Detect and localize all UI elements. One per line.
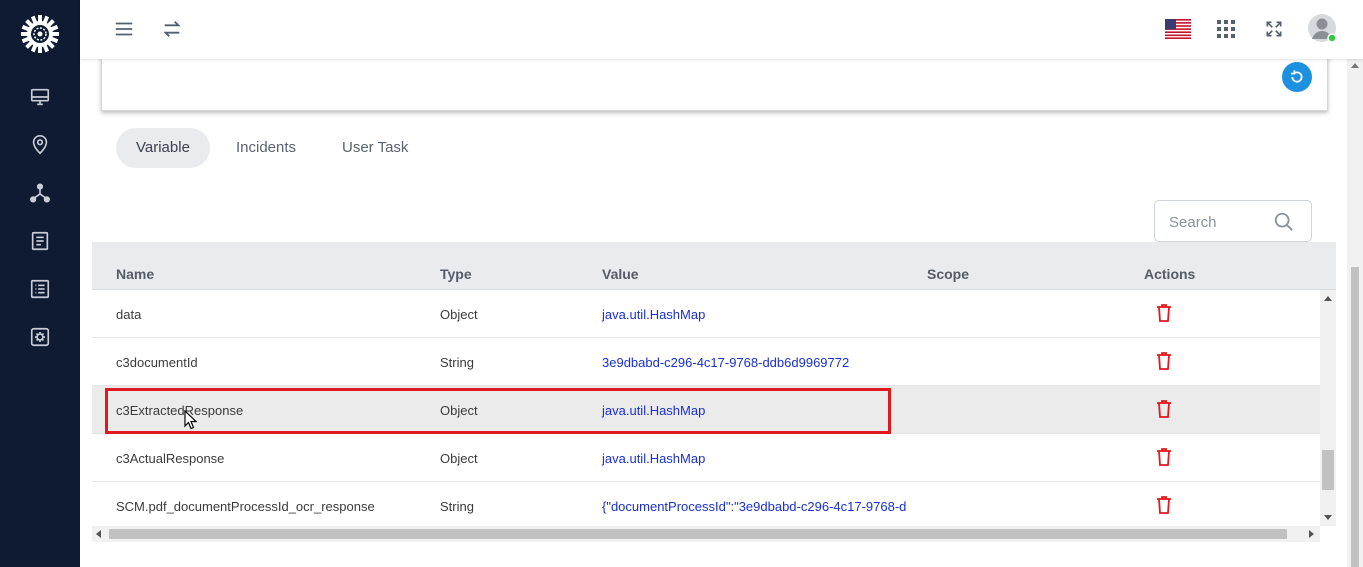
- scroll-down-icon[interactable]: [1324, 515, 1332, 520]
- cell-name: c3documentId: [116, 355, 198, 370]
- scroll-right-icon[interactable]: [1309, 530, 1314, 538]
- refresh-icon: [1291, 70, 1303, 83]
- cell-value-link[interactable]: java.util.HashMap: [602, 403, 705, 418]
- sidebar: [0, 0, 80, 567]
- process-card: [101, 50, 1328, 111]
- scroll-up-icon[interactable]: [1351, 63, 1359, 68]
- scroll-up-icon[interactable]: [1324, 296, 1332, 301]
- table-vscroll-thumb[interactable]: [1322, 450, 1334, 490]
- app: Variable Incidents User Task Name Type V…: [0, 0, 1363, 567]
- cell-value-link[interactable]: java.util.HashMap: [602, 451, 705, 466]
- column-header-name[interactable]: Name: [116, 266, 154, 282]
- document-icon[interactable]: [28, 229, 52, 253]
- cell-value-link[interactable]: {"documentProcessId":"3e9dbabd-c296-4c17…: [602, 499, 906, 514]
- monitor-icon[interactable]: [28, 85, 52, 109]
- page-scroll-thumb[interactable]: [1351, 267, 1359, 567]
- variables-table: Name Type Value Scope Actions data Objec…: [92, 242, 1336, 542]
- hamburger-icon[interactable]: [111, 16, 137, 42]
- table-row[interactable]: c3ActualResponse Object java.util.HashMa…: [92, 434, 1320, 482]
- network-icon[interactable]: [28, 181, 52, 205]
- cell-type: String: [440, 355, 474, 370]
- scroll-left-icon[interactable]: [96, 530, 101, 538]
- table-header: Name Type Value Scope Actions: [92, 242, 1336, 290]
- delete-icon[interactable]: [1156, 400, 1172, 418]
- table-row[interactable]: c3documentId String 3e9dbabd-c296-4c17-9…: [92, 338, 1320, 386]
- list-icon[interactable]: [28, 277, 52, 301]
- settings-box-icon[interactable]: [28, 325, 52, 349]
- cell-type: Object: [440, 403, 478, 418]
- column-header-actions: Actions: [1144, 266, 1196, 282]
- column-header-type[interactable]: Type: [440, 266, 472, 282]
- top-bar: [80, 0, 1363, 59]
- cell-name: data: [116, 307, 142, 322]
- search-icon[interactable]: [1273, 211, 1295, 233]
- delete-icon[interactable]: [1156, 448, 1172, 466]
- refresh-button[interactable]: [1282, 62, 1312, 92]
- us-flag-icon[interactable]: [1164, 16, 1192, 42]
- search-input[interactable]: [1169, 211, 1269, 233]
- column-header-scope[interactable]: Scope: [927, 266, 969, 282]
- cell-name: c3ActualResponse: [116, 451, 225, 466]
- column-header-value[interactable]: Value: [602, 266, 639, 282]
- map-pin-icon[interactable]: [28, 133, 52, 157]
- tab-variable[interactable]: Variable: [116, 128, 210, 168]
- cell-type: Object: [440, 307, 478, 322]
- delete-icon[interactable]: [1156, 304, 1172, 322]
- table-row[interactable]: data Object java.util.HashMap: [92, 290, 1320, 338]
- tab-user-task[interactable]: User Task: [342, 128, 408, 168]
- swap-icon[interactable]: [159, 16, 185, 42]
- cell-name: c3ExtractedResponse: [116, 403, 244, 418]
- gear-logo-icon[interactable]: [20, 14, 60, 54]
- table-vertical-scrollbar[interactable]: [1320, 290, 1336, 526]
- cell-name: SCM.pdf_documentProcessId_ocr_response: [116, 499, 375, 514]
- table-row[interactable]: SCM.pdf_documentProcessId_ocr_response S…: [92, 482, 1320, 526]
- delete-icon[interactable]: [1156, 352, 1172, 370]
- fullscreen-icon[interactable]: [1261, 16, 1287, 42]
- mouse-cursor-icon: [184, 410, 198, 430]
- tab-incidents[interactable]: Incidents: [236, 128, 296, 168]
- page-scrollbar[interactable]: [1347, 59, 1363, 567]
- table-horizontal-scrollbar[interactable]: [92, 526, 1320, 542]
- cell-type: Object: [440, 451, 478, 466]
- cell-type: String: [440, 499, 474, 514]
- delete-icon[interactable]: [1156, 496, 1172, 514]
- cell-value-link[interactable]: java.util.HashMap: [602, 307, 705, 322]
- table-row-selected[interactable]: c3ExtractedResponse Object java.util.Has…: [92, 386, 1320, 434]
- table-hscroll-thumb[interactable]: [109, 529, 1287, 539]
- avatar-icon[interactable]: [1307, 13, 1337, 43]
- search-box: [1154, 200, 1312, 242]
- apps-grid-icon[interactable]: [1213, 16, 1239, 42]
- cell-value-link[interactable]: 3e9dbabd-c296-4c17-9768-ddb6d9969772: [602, 355, 849, 370]
